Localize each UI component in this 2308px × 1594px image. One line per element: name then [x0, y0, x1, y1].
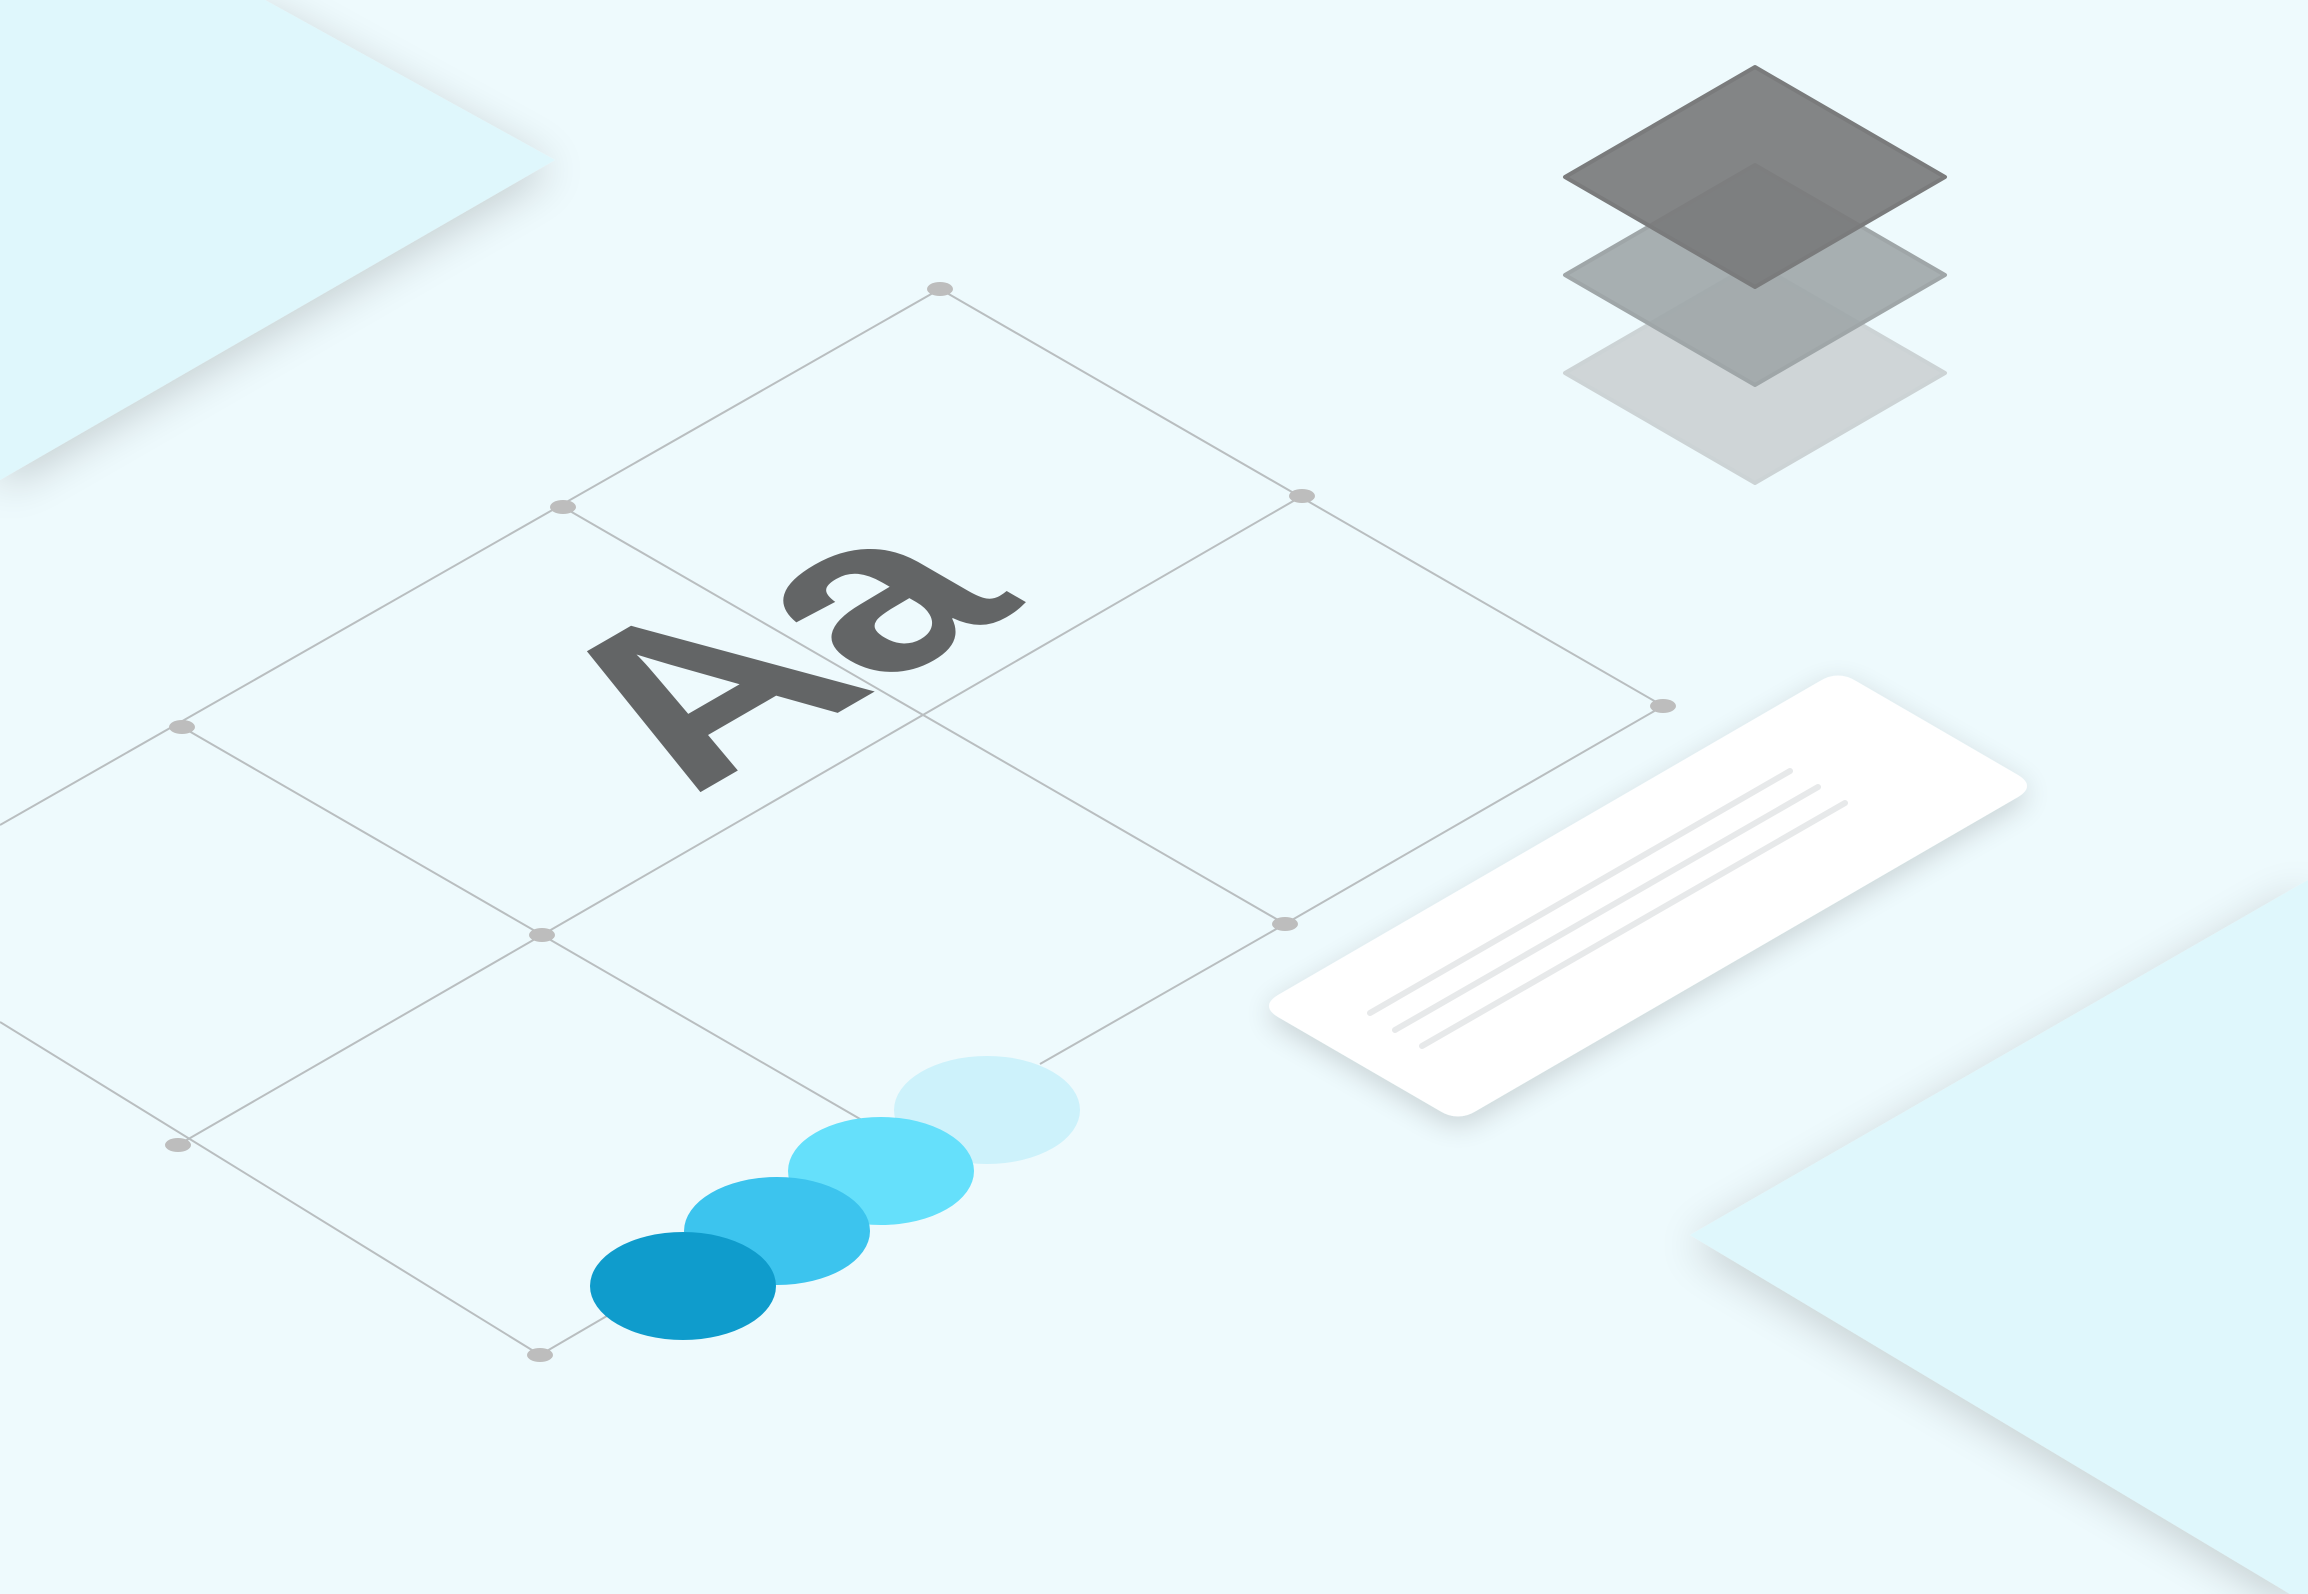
- text-card: [1269, 675, 2027, 1117]
- grid-node-icon: [1272, 917, 1298, 931]
- grid-line: [541, 934, 906, 1146]
- palette-swatch-dark: [590, 1232, 776, 1340]
- grid-node-icon: [527, 1348, 553, 1362]
- grid-node-icon: [169, 720, 195, 734]
- grid-node-icon: [1650, 699, 1676, 713]
- grid-node-icon: [1289, 489, 1315, 503]
- color-palette: [590, 1056, 1080, 1340]
- grid-line: [177, 934, 543, 1146]
- grid-line: [1039, 923, 1286, 1065]
- text-card-surface: [1269, 675, 2027, 1117]
- layers-icon: [1563, 65, 1947, 485]
- illustration-canvas: Aa: [0, 0, 2308, 1594]
- grid-line: [539, 1312, 613, 1356]
- grid-node-icon: [529, 928, 555, 942]
- top-left-panel: [0, 0, 555, 480]
- typography-glyph: Aa: [458, 467, 1083, 828]
- grid-node-icon: [927, 282, 953, 296]
- grid-node-icon: [165, 1138, 191, 1152]
- grid-node-icon: [550, 500, 576, 514]
- grid-line: [0, 1021, 541, 1356]
- grid-line: [181, 726, 543, 936]
- bottom-right-panel: [1690, 880, 2308, 1594]
- design-system-illustration: Aa: [0, 0, 2308, 1594]
